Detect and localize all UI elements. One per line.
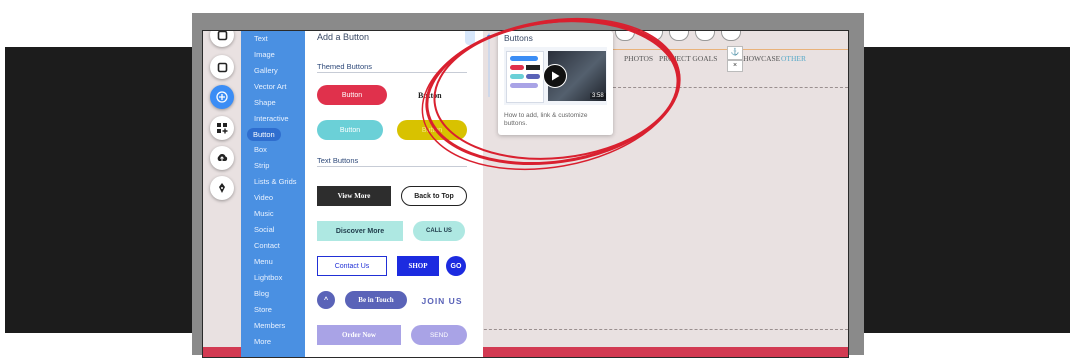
annotation-circle <box>421 17 681 171</box>
